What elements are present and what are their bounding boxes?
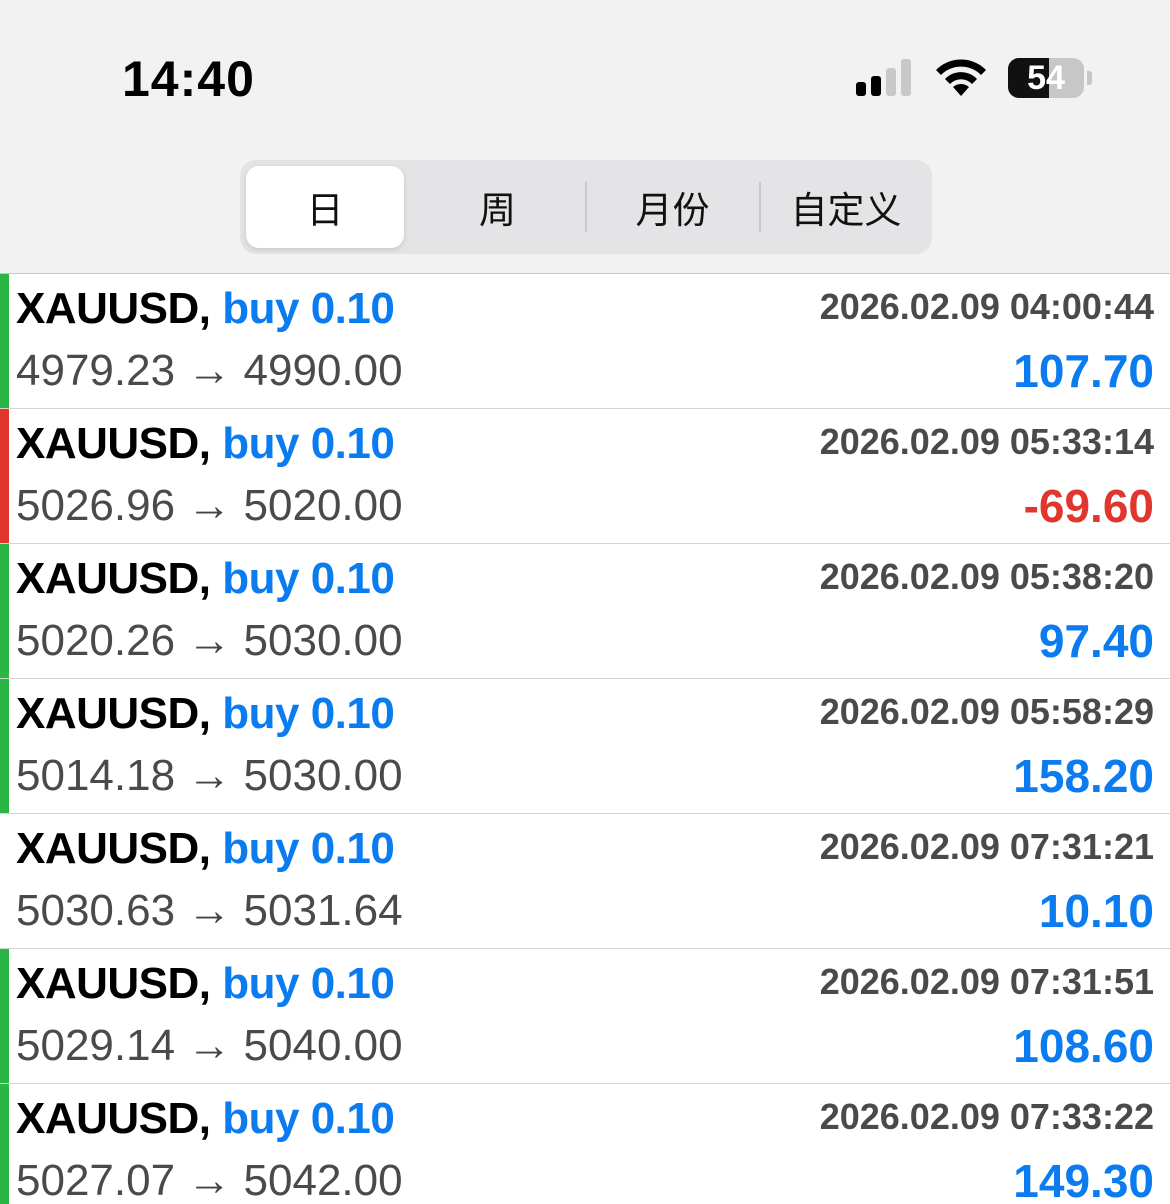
trade-time: 2026.02.09 07:31:51 [819, 961, 1154, 1002]
trade-time: 2026.02.09 05:38:20 [819, 556, 1154, 597]
trade-prices: 5026.96 → 5020.00 [16, 481, 403, 531]
trade-prices: 5020.26 → 5030.00 [16, 616, 403, 666]
trade-prices: 5030.63 → 5031.64 [16, 886, 403, 936]
tab-label: 自定义 [790, 189, 902, 232]
trade-symbol: XAUUSD, [16, 1094, 211, 1143]
trade-symbol: XAUUSD, [16, 824, 211, 873]
signal-bar [871, 76, 881, 96]
signal-bar [856, 82, 866, 96]
close-price: 5040.00 [243, 1021, 403, 1070]
trade-profit: 10.10 [1038, 885, 1154, 937]
header-area: 14:40 54 日 周 月份 自定义 [0, 0, 1170, 274]
trade-time: 2026.02.09 05:33:14 [819, 421, 1154, 462]
result-indicator-bar [0, 409, 9, 543]
trade-row[interactable]: XAUUSD, buy 0.10 5027.07 → 5042.00 2026.… [0, 1084, 1170, 1204]
trade-profit: 158.20 [1013, 750, 1154, 802]
trade-side-volume: buy 0.10 [222, 1094, 395, 1143]
trade-symbol: XAUUSD, [16, 959, 211, 1008]
trade-title: XAUUSD, buy 0.10 [16, 554, 395, 604]
trade-row[interactable]: XAUUSD, buy 0.10 5020.26 → 5030.00 2026.… [0, 544, 1170, 679]
trade-symbol: XAUUSD, [16, 554, 211, 603]
open-price: 4979.23 [16, 346, 176, 395]
trade-symbol: XAUUSD, [16, 419, 211, 468]
trade-prices: 5029.14 → 5040.00 [16, 1021, 403, 1071]
trade-prices: 5014.18 → 5030.00 [16, 751, 403, 801]
trade-row[interactable]: XAUUSD, buy 0.10 5029.14 → 5040.00 2026.… [0, 949, 1170, 1084]
close-price: 5030.00 [243, 751, 403, 800]
trade-row[interactable]: XAUUSD, buy 0.10 5026.96 → 5020.00 2026.… [0, 409, 1170, 544]
trade-row[interactable]: XAUUSD, buy 0.10 5030.63 → 5031.64 2026.… [0, 814, 1170, 949]
trade-profit: 108.60 [1013, 1020, 1154, 1072]
battery-percent: 54 [1027, 59, 1065, 97]
close-price: 4990.00 [243, 346, 403, 395]
tab-day[interactable]: 日 [240, 160, 410, 254]
trade-prices: 4979.23 → 4990.00 [16, 346, 403, 396]
tab-label: 周 [479, 189, 516, 232]
trade-side-volume: buy 0.10 [222, 419, 395, 468]
trade-profit: 97.40 [1038, 615, 1154, 667]
period-segmented-control: 日 周 月份 自定义 [240, 160, 932, 254]
cellular-signal-icon [856, 58, 916, 96]
result-indicator-bar [0, 274, 9, 408]
tab-week[interactable]: 周 [410, 160, 585, 254]
trade-title: XAUUSD, buy 0.10 [16, 689, 395, 739]
open-price: 5027.07 [16, 1156, 176, 1204]
trade-side-volume: buy 0.10 [222, 824, 395, 873]
trade-time: 2026.02.09 04:00:44 [819, 286, 1154, 327]
arrow-icon: → [187, 886, 232, 935]
close-price: 5042.00 [243, 1156, 403, 1204]
result-indicator-bar [0, 544, 9, 678]
trade-profit: 149.30 [1013, 1155, 1154, 1204]
trade-time: 2026.02.09 07:33:22 [819, 1096, 1154, 1137]
arrow-icon: → [187, 751, 232, 800]
result-indicator-bar [0, 814, 9, 948]
open-price: 5014.18 [16, 751, 176, 800]
open-price: 5026.96 [16, 481, 176, 530]
result-indicator-bar [0, 1084, 9, 1204]
trade-side-volume: buy 0.10 [222, 284, 395, 333]
trade-row[interactable]: XAUUSD, buy 0.10 4979.23 → 4990.00 2026.… [0, 274, 1170, 409]
open-price: 5020.26 [16, 616, 176, 665]
trade-history-list: XAUUSD, buy 0.10 4979.23 → 4990.00 2026.… [0, 273, 1170, 1204]
tab-custom[interactable]: 自定义 [760, 160, 932, 254]
trade-symbol: XAUUSD, [16, 689, 211, 738]
trade-title: XAUUSD, buy 0.10 [16, 824, 395, 874]
trade-time: 2026.02.09 05:58:29 [819, 691, 1154, 732]
trade-row[interactable]: XAUUSD, buy 0.10 5014.18 → 5030.00 2026.… [0, 679, 1170, 814]
wifi-icon [936, 59, 986, 96]
trade-prices: 5027.07 → 5042.00 [16, 1156, 403, 1204]
arrow-icon: → [187, 1156, 232, 1204]
tab-label: 日 [306, 189, 344, 232]
trade-time: 2026.02.09 07:31:21 [819, 826, 1154, 867]
close-price: 5020.00 [243, 481, 403, 530]
trade-side-volume: buy 0.10 [222, 554, 395, 603]
open-price: 5030.63 [16, 886, 176, 935]
tab-month[interactable]: 月份 [585, 160, 760, 254]
trade-side-volume: buy 0.10 [222, 689, 395, 738]
battery-icon: 54 [1008, 58, 1084, 98]
trade-title: XAUUSD, buy 0.10 [16, 1094, 395, 1144]
trade-title: XAUUSD, buy 0.10 [16, 284, 395, 334]
trade-profit: -69.60 [1023, 480, 1154, 532]
result-indicator-bar [0, 679, 9, 813]
arrow-icon: → [187, 481, 232, 530]
trade-side-volume: buy 0.10 [222, 959, 395, 1008]
close-price: 5030.00 [243, 616, 403, 665]
signal-bar [886, 68, 896, 96]
tab-label: 月份 [635, 189, 710, 232]
trade-symbol: XAUUSD, [16, 284, 211, 333]
status-time: 14:40 [122, 51, 255, 107]
result-indicator-bar [0, 949, 9, 1083]
arrow-icon: → [187, 1021, 232, 1070]
arrow-icon: → [187, 346, 232, 395]
battery-tip [1087, 71, 1092, 85]
signal-bar [901, 59, 911, 96]
arrow-icon: → [187, 616, 232, 665]
open-price: 5029.14 [16, 1021, 176, 1070]
close-price: 5031.64 [243, 886, 403, 935]
trade-profit: 107.70 [1013, 345, 1154, 397]
trade-title: XAUUSD, buy 0.10 [16, 959, 395, 1009]
trade-title: XAUUSD, buy 0.10 [16, 419, 395, 469]
